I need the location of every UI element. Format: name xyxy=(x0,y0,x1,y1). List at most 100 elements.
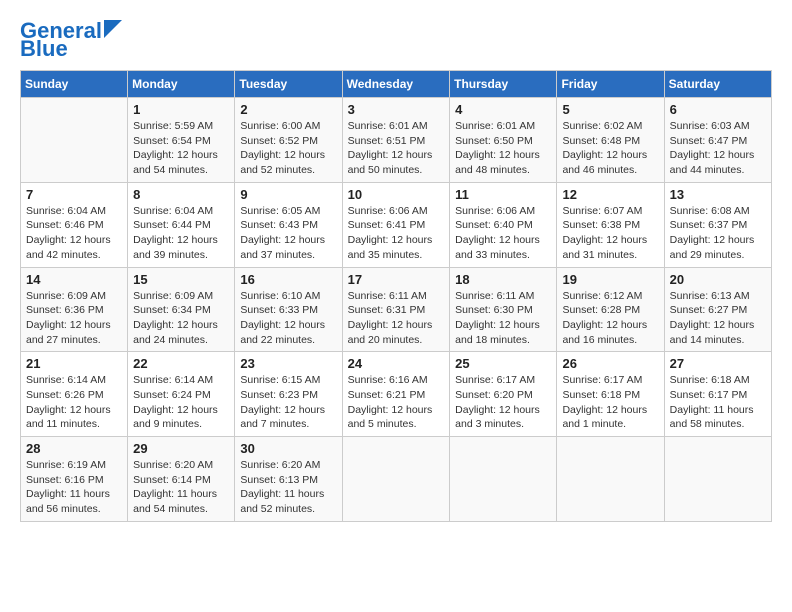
date-number: 1 xyxy=(133,102,229,117)
calendar-cell: 7 Sunrise: 6:04 AM Sunset: 6:46 PM Daylig… xyxy=(21,182,128,267)
calendar-cell: 1 Sunrise: 5:59 AM Sunset: 6:54 PM Daylig… xyxy=(128,98,235,183)
cell-info: Sunrise: 6:02 AM Sunset: 6:48 PM Dayligh… xyxy=(562,119,658,178)
calendar-cell xyxy=(21,98,128,183)
cell-info: Sunrise: 6:17 AM Sunset: 6:20 PM Dayligh… xyxy=(455,373,551,432)
calendar-cell: 19 Sunrise: 6:12 AM Sunset: 6:28 PM Dayli… xyxy=(557,267,664,352)
calendar-cell xyxy=(664,437,771,522)
date-number: 12 xyxy=(562,187,658,202)
calendar-cell xyxy=(450,437,557,522)
date-number: 19 xyxy=(562,272,658,287)
date-number: 30 xyxy=(240,441,336,456)
calendar-cell: 15 Sunrise: 6:09 AM Sunset: 6:34 PM Dayli… xyxy=(128,267,235,352)
date-number: 27 xyxy=(670,356,766,371)
calendar-cell: 13 Sunrise: 6:08 AM Sunset: 6:37 PM Dayli… xyxy=(664,182,771,267)
logo-arrow-icon xyxy=(104,20,122,38)
date-number: 7 xyxy=(26,187,122,202)
date-number: 4 xyxy=(455,102,551,117)
calendar-cell: 12 Sunrise: 6:07 AM Sunset: 6:38 PM Dayli… xyxy=(557,182,664,267)
cell-info: Sunrise: 6:09 AM Sunset: 6:36 PM Dayligh… xyxy=(26,289,122,348)
cell-info: Sunrise: 6:08 AM Sunset: 6:37 PM Dayligh… xyxy=(670,204,766,263)
cell-info: Sunrise: 6:14 AM Sunset: 6:24 PM Dayligh… xyxy=(133,373,229,432)
date-number: 2 xyxy=(240,102,336,117)
date-number: 11 xyxy=(455,187,551,202)
cell-info: Sunrise: 6:06 AM Sunset: 6:41 PM Dayligh… xyxy=(348,204,445,263)
cell-info: Sunrise: 6:10 AM Sunset: 6:33 PM Dayligh… xyxy=(240,289,336,348)
calendar-cell xyxy=(557,437,664,522)
calendar-cell: 20 Sunrise: 6:13 AM Sunset: 6:27 PM Dayli… xyxy=(664,267,771,352)
calendar-cell: 16 Sunrise: 6:10 AM Sunset: 6:33 PM Dayli… xyxy=(235,267,342,352)
calendar-cell: 3 Sunrise: 6:01 AM Sunset: 6:51 PM Daylig… xyxy=(342,98,450,183)
cell-info: Sunrise: 6:14 AM Sunset: 6:26 PM Dayligh… xyxy=(26,373,122,432)
calendar-cell: 17Sunrise: 6:11 AM Sunset: 6:31 PM Dayli… xyxy=(342,267,450,352)
cell-info: Sunrise: 6:12 AM Sunset: 6:28 PM Dayligh… xyxy=(562,289,658,348)
cell-info: Sunrise: 6:15 AM Sunset: 6:23 PM Dayligh… xyxy=(240,373,336,432)
calendar-cell: 25 Sunrise: 6:17 AM Sunset: 6:20 PM Dayli… xyxy=(450,352,557,437)
cell-info: Sunrise: 6:09 AM Sunset: 6:34 PM Dayligh… xyxy=(133,289,229,348)
cell-info: Sunrise: 6:19 AM Sunset: 6:16 PM Dayligh… xyxy=(26,458,122,517)
cell-info: Sunrise: 6:04 AM Sunset: 6:44 PM Dayligh… xyxy=(133,204,229,263)
logo: General Blue xyxy=(20,20,122,60)
page-header: General Blue xyxy=(20,20,772,60)
cell-info: Sunrise: 6:11 AM Sunset: 6:30 PM Dayligh… xyxy=(455,289,551,348)
calendar-cell: 2 Sunrise: 6:00 AM Sunset: 6:52 PM Daylig… xyxy=(235,98,342,183)
date-number: 25 xyxy=(455,356,551,371)
col-header-friday: Friday xyxy=(557,71,664,98)
calendar-cell xyxy=(342,437,450,522)
calendar-cell: 22 Sunrise: 6:14 AM Sunset: 6:24 PM Dayli… xyxy=(128,352,235,437)
col-header-saturday: Saturday xyxy=(664,71,771,98)
calendar-cell: 11 Sunrise: 6:06 AM Sunset: 6:40 PM Dayli… xyxy=(450,182,557,267)
calendar-cell: 24Sunrise: 6:16 AM Sunset: 6:21 PM Dayli… xyxy=(342,352,450,437)
cell-info: Sunrise: 6:05 AM Sunset: 6:43 PM Dayligh… xyxy=(240,204,336,263)
calendar-cell: 18 Sunrise: 6:11 AM Sunset: 6:30 PM Dayli… xyxy=(450,267,557,352)
cell-info: Sunrise: 6:07 AM Sunset: 6:38 PM Dayligh… xyxy=(562,204,658,263)
date-number: 18 xyxy=(455,272,551,287)
date-number: 28 xyxy=(26,441,122,456)
cell-info: Sunrise: 6:03 AM Sunset: 6:47 PM Dayligh… xyxy=(670,119,766,178)
date-number: 3 xyxy=(348,102,445,117)
col-header-wednesday: Wednesday xyxy=(342,71,450,98)
cell-info: Sunrise: 6:04 AM Sunset: 6:46 PM Dayligh… xyxy=(26,204,122,263)
calendar-cell: 6 Sunrise: 6:03 AM Sunset: 6:47 PM Daylig… xyxy=(664,98,771,183)
date-number: 16 xyxy=(240,272,336,287)
date-number: 13 xyxy=(670,187,766,202)
calendar-table: SundayMondayTuesdayWednesdayThursdayFrid… xyxy=(20,70,772,522)
date-number: 24 xyxy=(348,356,445,371)
date-number: 9 xyxy=(240,187,336,202)
cell-info: Sunrise: 5:59 AM Sunset: 6:54 PM Dayligh… xyxy=(133,119,229,178)
date-number: 26 xyxy=(562,356,658,371)
date-number: 20 xyxy=(670,272,766,287)
calendar-cell: 14 Sunrise: 6:09 AM Sunset: 6:36 PM Dayli… xyxy=(21,267,128,352)
date-number: 15 xyxy=(133,272,229,287)
cell-info: Sunrise: 6:18 AM Sunset: 6:17 PM Dayligh… xyxy=(670,373,766,432)
col-header-tuesday: Tuesday xyxy=(235,71,342,98)
cell-info: Sunrise: 6:20 AM Sunset: 6:13 PM Dayligh… xyxy=(240,458,336,517)
cell-info: Sunrise: 6:01 AM Sunset: 6:50 PM Dayligh… xyxy=(455,119,551,178)
date-number: 29 xyxy=(133,441,229,456)
date-number: 14 xyxy=(26,272,122,287)
calendar-cell: 29Sunrise: 6:20 AM Sunset: 6:14 PM Dayli… xyxy=(128,437,235,522)
date-number: 21 xyxy=(26,356,122,371)
cell-info: Sunrise: 6:13 AM Sunset: 6:27 PM Dayligh… xyxy=(670,289,766,348)
cell-info: Sunrise: 6:17 AM Sunset: 6:18 PM Dayligh… xyxy=(562,373,658,432)
calendar-cell: 10 Sunrise: 6:06 AM Sunset: 6:41 PM Dayli… xyxy=(342,182,450,267)
date-number: 23 xyxy=(240,356,336,371)
calendar-cell: 9 Sunrise: 6:05 AM Sunset: 6:43 PM Daylig… xyxy=(235,182,342,267)
calendar-cell: 8Sunrise: 6:04 AM Sunset: 6:44 PM Daylig… xyxy=(128,182,235,267)
cell-info: Sunrise: 6:11 AM Sunset: 6:31 PM Dayligh… xyxy=(348,289,445,348)
logo-blue-text: Blue xyxy=(20,38,68,60)
date-number: 6 xyxy=(670,102,766,117)
cell-info: Sunrise: 6:01 AM Sunset: 6:51 PM Dayligh… xyxy=(348,119,445,178)
col-header-sunday: Sunday xyxy=(21,71,128,98)
date-number: 10 xyxy=(348,187,445,202)
calendar-cell: 26 Sunrise: 6:17 AM Sunset: 6:18 PM Dayli… xyxy=(557,352,664,437)
calendar-cell: 28 Sunrise: 6:19 AM Sunset: 6:16 PM Dayli… xyxy=(21,437,128,522)
calendar-cell: 5 Sunrise: 6:02 AM Sunset: 6:48 PM Daylig… xyxy=(557,98,664,183)
date-number: 5 xyxy=(562,102,658,117)
calendar-cell: 21 Sunrise: 6:14 AM Sunset: 6:26 PM Dayli… xyxy=(21,352,128,437)
cell-info: Sunrise: 6:06 AM Sunset: 6:40 PM Dayligh… xyxy=(455,204,551,263)
calendar-cell: 30 Sunrise: 6:20 AM Sunset: 6:13 PM Dayli… xyxy=(235,437,342,522)
cell-info: Sunrise: 6:00 AM Sunset: 6:52 PM Dayligh… xyxy=(240,119,336,178)
date-number: 22 xyxy=(133,356,229,371)
calendar-cell: 27 Sunrise: 6:18 AM Sunset: 6:17 PM Dayli… xyxy=(664,352,771,437)
col-header-thursday: Thursday xyxy=(450,71,557,98)
